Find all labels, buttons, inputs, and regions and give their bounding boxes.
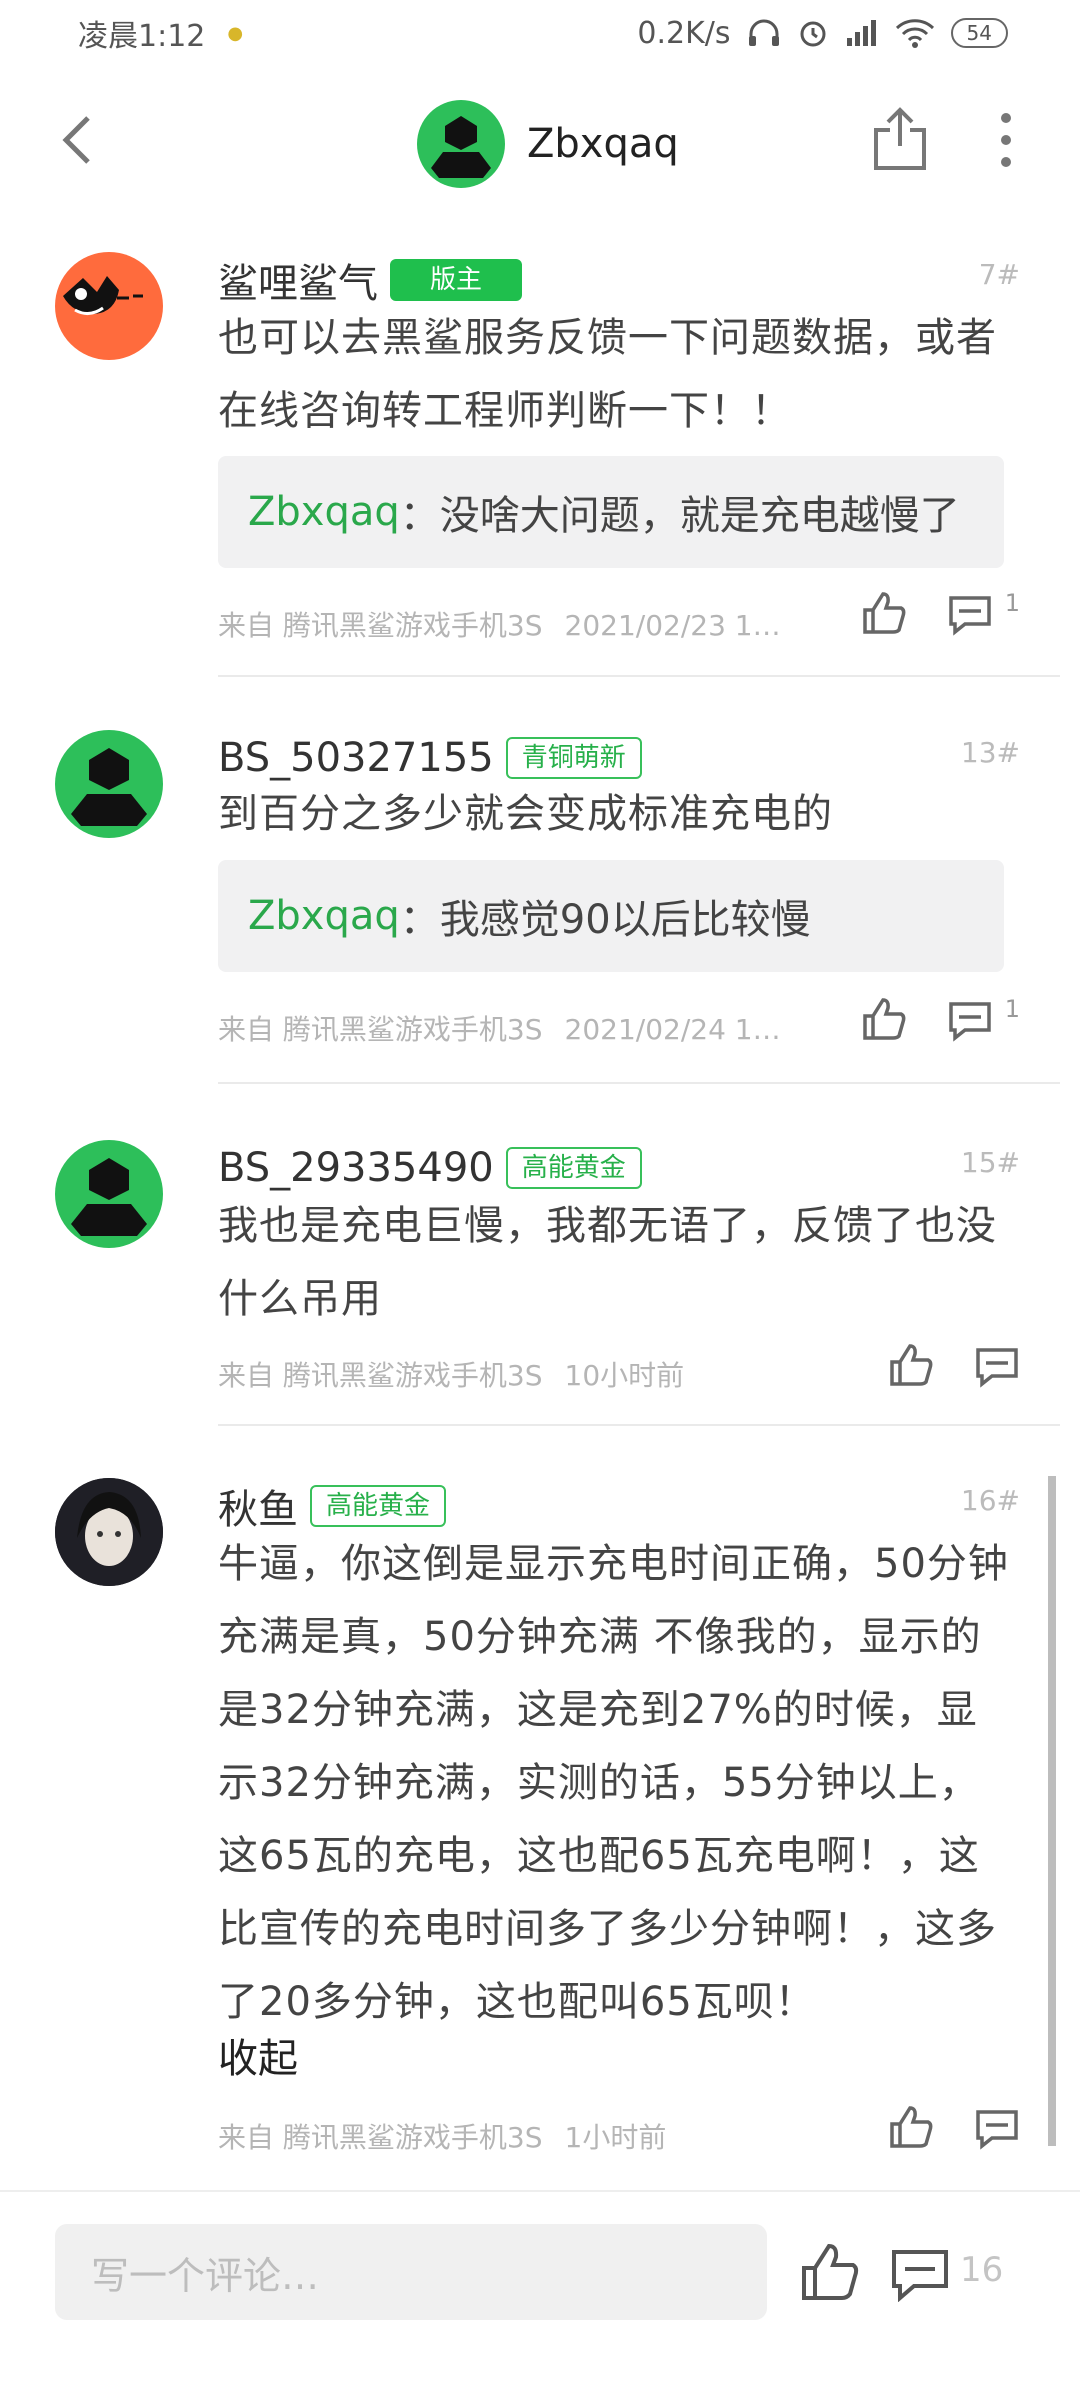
network-speed: 0.2K/s xyxy=(637,15,731,51)
avatar[interactable] xyxy=(55,1140,163,1248)
reply-count: 1 xyxy=(1004,589,1020,617)
share-icon[interactable] xyxy=(870,106,930,172)
comment-item: 鲨哩鲨气 版主 7# 也可以去黑鲨服务反馈一下问题数据，或者在线咨询转工程师判断… xyxy=(0,252,1080,682)
floor-number: 13# xyxy=(960,736,1020,769)
wifi-icon xyxy=(895,19,934,48)
collapse-button[interactable]: 收起 xyxy=(218,2026,298,2084)
reply-icon[interactable] xyxy=(974,2104,1020,2150)
like-icon[interactable] xyxy=(888,1342,934,1388)
device-source: 来自 腾讯黑鲨游戏手机3S xyxy=(218,609,543,642)
avatar[interactable] xyxy=(55,1478,163,1586)
comment-icon[interactable] xyxy=(890,2242,950,2302)
total-comment-count: 16 xyxy=(960,2250,1004,2290)
back-button[interactable] xyxy=(50,110,110,170)
headphones-icon xyxy=(748,19,779,46)
author-avatar[interactable] xyxy=(417,100,505,188)
scrollbar[interactable] xyxy=(1048,1476,1056,2146)
avatar[interactable] xyxy=(55,252,163,360)
quoted-username[interactable]: Zbxqaq xyxy=(248,893,400,939)
moderator-badge: 版主 xyxy=(390,259,523,301)
comment-meta: 来自 腾讯黑鲨游戏手机3S 10小时前 xyxy=(218,1354,818,1394)
avatar[interactable] xyxy=(55,730,163,838)
quoted-text: ：没啥大问题，就是充电越慢了 xyxy=(399,493,960,539)
comment-item: BS_29335490 高能黄金 15# 我也是充电巨慢，我都无语了，反馈了也没… xyxy=(0,1140,1080,1440)
username[interactable]: BS_29335490 xyxy=(218,1145,494,1191)
like-icon[interactable] xyxy=(800,2242,860,2302)
username[interactable]: BS_50327155 xyxy=(218,735,494,781)
comment-input[interactable]: 写一个评论… xyxy=(55,2224,767,2320)
post-time: 1小时前 xyxy=(564,2121,667,2154)
quoted-reply[interactable]: Zbxqaq ：没啥大问题，就是充电越慢了 xyxy=(218,456,1004,568)
device-source: 来自 腾讯黑鲨游戏手机3S xyxy=(218,1013,543,1046)
like-icon[interactable] xyxy=(861,590,907,636)
level-badge: 高能黄金 xyxy=(310,1485,447,1527)
comment-meta: 来自 腾讯黑鲨游戏手机3S 2021/02/24 1… xyxy=(218,1008,818,1048)
status-bar: 凌晨1:12 ● 0.2K/s 54 xyxy=(0,0,1080,66)
device-source: 来自 腾讯黑鲨游戏手机3S xyxy=(218,2121,543,2154)
post-time: 10小时前 xyxy=(564,1359,685,1392)
like-icon[interactable] xyxy=(861,996,907,1042)
comment-item: 秋鱼 高能黄金 16# 牛逼，你这倒是显示充电时间正确，50分钟充满是真，50分… xyxy=(0,1478,1080,2178)
quoted-text: ：我感觉90以后比较慢 xyxy=(399,897,811,943)
level-badge: 青铜萌新 xyxy=(505,737,642,779)
divider xyxy=(218,1082,1060,1084)
username[interactable]: 鲨哩鲨气 xyxy=(218,251,378,309)
more-options-icon[interactable] xyxy=(986,110,1026,170)
alarm-icon xyxy=(800,21,826,47)
quoted-reply[interactable]: Zbxqaq ：我感觉90以后比较慢 xyxy=(218,860,1004,972)
comment-bar: 写一个评论… 16 xyxy=(0,2190,1080,2400)
reply-count: 1 xyxy=(1004,995,1020,1023)
notification-icon: ● xyxy=(227,22,244,44)
reply-icon[interactable] xyxy=(947,590,993,636)
comment-text: 牛逼，你这倒是显示充电时间正确，50分钟充满是真，50分钟充满 不像我的，显示的… xyxy=(218,1541,1009,2025)
reply-icon[interactable] xyxy=(974,1342,1020,1388)
divider xyxy=(218,675,1060,677)
like-icon[interactable] xyxy=(888,2104,934,2150)
comment-text: 到百分之多少就会变成标准充电的 xyxy=(218,791,833,837)
battery-icon: 54 xyxy=(950,18,1008,48)
thread-title: Zbxqaq xyxy=(417,100,679,188)
status-time: 凌晨1:12 xyxy=(78,19,206,54)
reply-icon[interactable] xyxy=(947,996,993,1042)
comment-item: BS_50327155 青铜萌新 13# 到百分之多少就会变成标准充电的 Zbx… xyxy=(0,730,1080,1090)
floor-number: 15# xyxy=(960,1146,1020,1179)
divider xyxy=(218,1424,1060,1426)
comment-text: 也可以去黑鲨服务反馈一下问题数据，或者在线咨询转工程师判断一下！！ xyxy=(218,315,997,434)
username[interactable]: 秋鱼 xyxy=(218,1477,298,1535)
page-title: Zbxqaq xyxy=(527,121,679,167)
device-source: 来自 腾讯黑鲨游戏手机3S xyxy=(218,1359,543,1392)
quoted-username[interactable]: Zbxqaq xyxy=(248,489,400,535)
post-time: 2021/02/24 1… xyxy=(564,1013,781,1046)
floor-number: 16# xyxy=(960,1484,1020,1517)
app-bar: Zbxqaq xyxy=(0,66,1080,216)
comment-text: 我也是充电巨慢，我都无语了，反馈了也没什么吊用 xyxy=(218,1203,997,1322)
comment-meta: 来自 腾讯黑鲨游戏手机3S 1小时前 xyxy=(218,2116,818,2156)
signal-icon xyxy=(846,20,876,46)
post-time: 2021/02/23 1… xyxy=(564,609,781,642)
floor-number: 7# xyxy=(978,258,1020,291)
level-badge: 高能黄金 xyxy=(505,1147,642,1189)
comment-meta: 来自 腾讯黑鲨游戏手机3S 2021/02/23 1… xyxy=(218,604,818,644)
